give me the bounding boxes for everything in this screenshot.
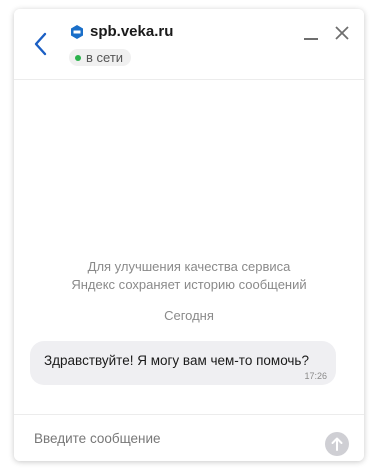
notice-line: Яндекс сохраняет историю сообщений [71, 277, 307, 292]
send-button[interactable] [325, 432, 349, 456]
minimize-icon [304, 38, 318, 40]
message-input[interactable] [26, 425, 332, 451]
composer [14, 414, 364, 461]
date-separator: Сегодня [164, 308, 214, 323]
chat-header: spb.veka.ru в сети [14, 9, 364, 80]
message-text: Здравствуйте! Я могу вам чем-то помочь? [44, 353, 309, 368]
online-dot-icon [75, 54, 81, 61]
back-button[interactable] [30, 29, 54, 59]
chat-widget: spb.veka.ru в сети Для улучшения качеств… [14, 9, 364, 461]
notice-line: Для улучшения качества сервиса [87, 259, 291, 274]
message-time: 17:26 [304, 371, 327, 381]
status-badge: в сети [69, 49, 132, 66]
chevron-left-icon [34, 32, 47, 56]
close-icon [335, 26, 349, 40]
close-button[interactable] [333, 24, 351, 42]
minimize-button[interactable] [303, 31, 319, 47]
history-notice: Для улучшения качества сервиса Яндекс со… [14, 258, 364, 294]
status-text: в сети [86, 50, 124, 65]
message-list[interactable]: Для улучшения качества сервиса Яндекс со… [14, 80, 364, 414]
chat-title: spb.veka.ru [90, 23, 174, 40]
veka-logo-icon [70, 25, 84, 39]
arrow-up-icon [331, 437, 343, 451]
message-bubble: Здравствуйте! Я могу вам чем-то помочь? … [30, 341, 336, 385]
